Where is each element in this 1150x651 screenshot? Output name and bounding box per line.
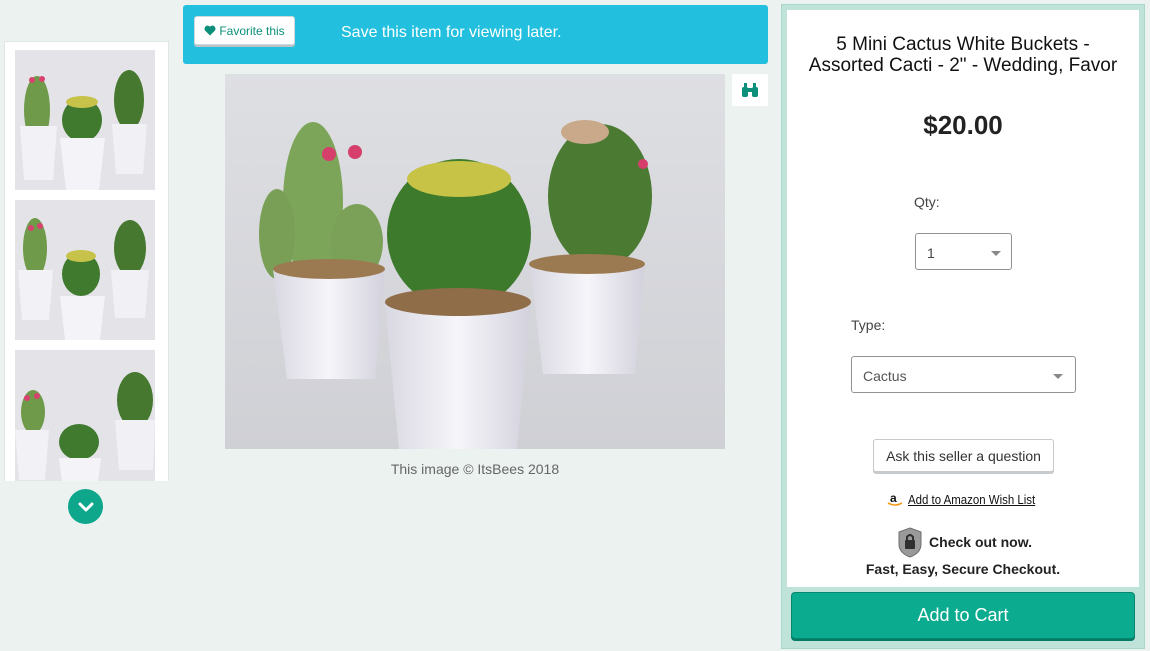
svg-text:a: a [890, 491, 897, 505]
type-value: Cactus [863, 368, 907, 384]
qty-select[interactable]: 1 [915, 233, 1012, 270]
ask-seller-button[interactable]: Ask this seller a question [873, 439, 1054, 472]
checkout-line1: Check out now. [929, 534, 1032, 550]
caret-down-icon [991, 251, 1001, 256]
type-label: Type: [851, 317, 886, 333]
qty-value: 1 [927, 245, 935, 261]
product-panel: 5 Mini Cactus White Buckets - Assorted C… [781, 4, 1145, 649]
caret-down-icon [1053, 374, 1063, 379]
amazon-wishlist-link[interactable]: a Add to Amazon Wish List [887, 489, 1053, 509]
chevron-down-icon [78, 502, 93, 511]
main-product-image[interactable] [225, 74, 725, 449]
checkout-line2: Fast, Easy, Secure Checkout. [865, 561, 1061, 577]
favorite-message: Save this item for viewing later. [341, 24, 562, 41]
thumbnail-strip [4, 41, 169, 481]
product-title: 5 Mini Cactus White Buckets - Assorted C… [808, 34, 1118, 76]
favorite-button-label: Favorite this [219, 23, 285, 38]
image-credit: This image © ItsBees 2018 [390, 461, 560, 477]
zoom-image-button[interactable] [732, 74, 768, 106]
favorite-banner: Favorite this Save this item for viewing… [183, 5, 768, 64]
qty-label: Qty: [914, 194, 940, 210]
thumbnail-1[interactable] [15, 50, 155, 190]
thumbnail-3[interactable] [15, 350, 155, 481]
thumbnails-scroll-down-button[interactable] [68, 489, 103, 524]
type-select[interactable]: Cactus [851, 356, 1076, 393]
secure-checkout-note: Check out now. Fast, Easy, Secure Checko… [787, 526, 1139, 577]
favorite-button[interactable]: Favorite this [194, 16, 295, 45]
product-details: 5 Mini Cactus White Buckets - Assorted C… [787, 10, 1139, 587]
amazon-icon: a [887, 491, 903, 506]
add-to-cart-button[interactable]: Add to Cart [791, 592, 1135, 639]
thumbnail-2[interactable] [15, 200, 155, 340]
product-price: $20.00 [923, 110, 1003, 140]
heart-icon [204, 25, 216, 36]
amazon-wishlist-label: Add to Amazon Wish List [908, 491, 1036, 507]
lock-badge-icon [898, 527, 922, 558]
binoculars-icon [742, 83, 758, 97]
